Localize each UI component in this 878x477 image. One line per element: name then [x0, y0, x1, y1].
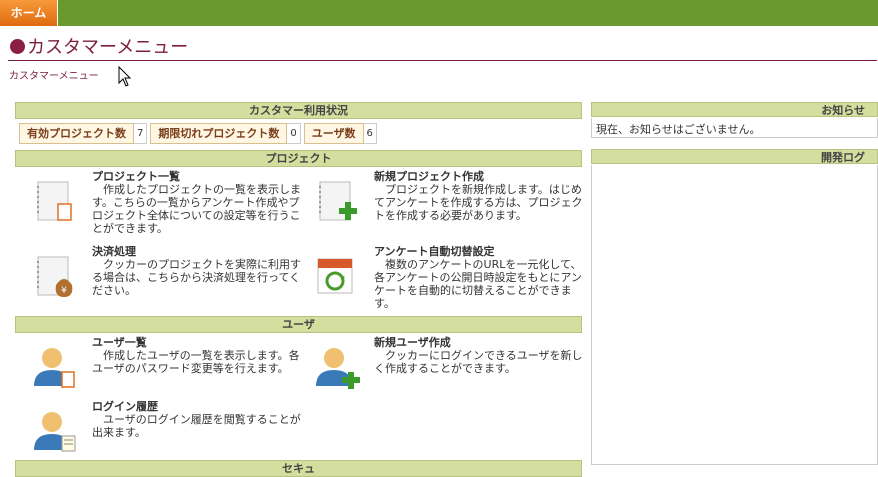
- usage-stats: 有効プロジェクト数 7 期限切れプロジェクト数 0 ユーザ数 6: [19, 123, 380, 144]
- user-add-icon: [316, 348, 360, 389]
- devlog-box: [591, 165, 878, 465]
- devlog-header: 開発ログ: [591, 149, 878, 164]
- svg-text:¥: ¥: [61, 286, 67, 296]
- user-list-icon: [34, 348, 75, 388]
- user-history-icon: [34, 412, 76, 452]
- new-project-desc: プロジェクトを新規作成します。はじめてアンケートを作成する方は、プロジェクトを作…: [374, 183, 583, 222]
- section-header-user: ユーザ: [15, 316, 582, 333]
- payment-title[interactable]: 決済処理: [92, 245, 307, 258]
- auto-switch-desc: 複数のアンケートのURLを一元化して、各アンケートの公開日時設定をもとにアンケー…: [374, 258, 582, 310]
- title-bullet-icon: [10, 39, 25, 54]
- payment-desc: クッカーのプロジェクトを実際に利用する場合は、こちらから決済処理を行ってください…: [92, 258, 301, 297]
- news-header: お知らせ: [591, 102, 878, 117]
- user-list-title[interactable]: ユーザ一覧: [92, 336, 307, 349]
- section-header-usage: カスタマー利用状況: [15, 102, 582, 119]
- calendar-cycle-icon: [317, 258, 353, 294]
- news-text: 現在、お知らせはございません。: [596, 123, 761, 136]
- stat-value-users: 6: [363, 123, 377, 144]
- new-user-desc: クッカーにログインできるユーザを新しく作成することができます。: [374, 349, 583, 375]
- menu-item-project-list[interactable]: プロジェクト一覧 作成したプロジェクトの一覧を表示します。こちらの一覧からアンケ…: [37, 170, 307, 235]
- section-header-security: セキュ: [15, 460, 582, 477]
- title-divider: [8, 60, 877, 61]
- project-list-title[interactable]: プロジェクト一覧: [92, 170, 307, 183]
- page-title-text: カスタマーメニュー: [27, 37, 189, 58]
- menu-item-payment[interactable]: ¥ 決済処理 クッカーのプロジェクトを実際に利用する場合は、こちらから決済処理を…: [37, 245, 307, 297]
- new-project-title[interactable]: 新規プロジェクト作成: [374, 170, 589, 183]
- menu-item-login-history[interactable]: ログイン履歴 ユーザのログイン履歴を閲覧することが出来ます。: [34, 400, 307, 452]
- menu-item-auto-switch[interactable]: アンケート自動切替設定 複数のアンケートのURLを一元化して、各アンケートの公開…: [317, 245, 589, 310]
- page-title: カスタマーメニュー: [10, 36, 188, 60]
- stat-label-users[interactable]: ユーザ数: [303, 123, 364, 144]
- stat-value-active-projects: 7: [134, 123, 148, 144]
- project-list-desc: 作成したプロジェクトの一覧を表示します。こちらの一覧からアンケート作成やプロジェ…: [92, 183, 301, 235]
- login-history-title[interactable]: ログイン履歴: [92, 400, 307, 413]
- auto-switch-title[interactable]: アンケート自動切替設定: [374, 245, 589, 258]
- breadcrumb[interactable]: カスタマーメニュー: [9, 67, 99, 82]
- top-nav-bar: ホーム: [0, 0, 878, 26]
- money-bag-icon: ¥: [37, 256, 73, 297]
- stat-label-active-projects[interactable]: 有効プロジェクト数: [19, 123, 134, 144]
- menu-item-new-user[interactable]: 新規ユーザ作成 クッカーにログインできるユーザを新しく作成することができます。: [316, 336, 589, 389]
- stat-label-expired-projects[interactable]: 期限切れプロジェクト数: [150, 123, 288, 144]
- stat-value-expired-projects: 0: [287, 123, 301, 144]
- new-user-title[interactable]: 新規ユーザ作成: [374, 336, 589, 349]
- document-list-icon: [37, 181, 72, 221]
- login-history-desc: ユーザのログイン履歴を閲覧することが出来ます。: [92, 413, 301, 439]
- menu-item-new-project[interactable]: 新規プロジェクト作成 プロジェクトを新規作成します。はじめてアンケートを作成する…: [319, 170, 589, 222]
- section-header-project: プロジェクト: [15, 150, 582, 167]
- document-add-icon: [319, 181, 357, 221]
- home-tab[interactable]: ホーム: [0, 0, 58, 26]
- mouse-cursor-icon: [118, 66, 132, 87]
- menu-item-user-list[interactable]: ユーザ一覧 作成したユーザの一覧を表示します。各ユーザのパスワード変更等を行えま…: [34, 336, 307, 388]
- user-list-desc: 作成したユーザの一覧を表示します。各ユーザのパスワード変更等を行えます。: [92, 349, 300, 375]
